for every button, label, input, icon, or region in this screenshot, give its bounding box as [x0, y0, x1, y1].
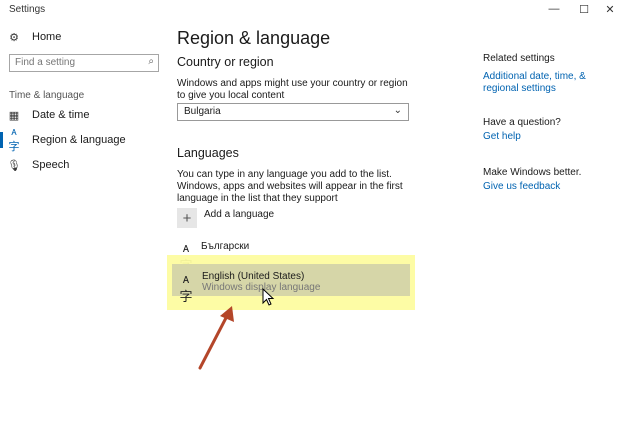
- get-help-link[interactable]: Get help: [483, 131, 521, 143]
- sidebar-item-label: Date & time: [32, 109, 90, 121]
- sidebar-item-label: Home: [32, 31, 62, 43]
- sidebar-item-home[interactable]: ⚙ Home: [0, 26, 168, 48]
- language-name: Български: [201, 241, 250, 252]
- calendar-clock-icon: ▦: [8, 109, 20, 122]
- sidebar-item-date-time[interactable]: ▦ Date & time: [0, 104, 168, 126]
- country-select[interactable]: Bulgaria ⌄: [177, 103, 409, 121]
- chevron-down-icon: ⌄: [393, 105, 402, 116]
- language-item-english[interactable]: ᴀ字 English (United States) Windows displ…: [172, 264, 410, 304]
- country-description: Windows and apps might use your country …: [177, 78, 408, 101]
- languages-description: You can type in any language you add to …: [177, 169, 403, 204]
- minimize-button[interactable]: —: [540, 0, 568, 18]
- active-indicator: [0, 132, 3, 148]
- search-placeholder: Find a setting: [15, 57, 76, 68]
- search-input[interactable]: Find a setting ⌕: [9, 54, 159, 72]
- sidebar-item-label: Region & language: [32, 134, 126, 146]
- sidebar-item-region-language[interactable]: ᴀ字 Region & language: [0, 126, 168, 153]
- search-icon: ⌕: [148, 56, 154, 67]
- languages-header: Languages: [177, 146, 239, 160]
- app-title: Settings: [9, 4, 46, 15]
- gear-icon: ⚙: [9, 31, 19, 44]
- country-select-value: Bulgaria: [184, 106, 221, 117]
- feedback-link[interactable]: Give us feedback: [483, 181, 560, 193]
- sidebar-item-speech[interactable]: 🎙 Speech: [0, 154, 168, 176]
- close-button[interactable]: ✕: [596, 0, 620, 18]
- plus-icon: +: [182, 209, 192, 227]
- feedback-header: Make Windows better.: [483, 167, 582, 178]
- mouse-cursor-icon: [262, 288, 275, 306]
- maximize-button[interactable]: ☐: [570, 0, 598, 18]
- sidebar-item-label: Speech: [32, 159, 70, 171]
- sidebar-section-header: Time & language: [9, 90, 85, 101]
- add-language-button[interactable]: +: [177, 208, 197, 228]
- question-header: Have a question?: [483, 117, 561, 128]
- regional-settings-link[interactable]: Additional date, time, & regional settin…: [483, 71, 608, 95]
- annotation-arrow: [198, 306, 234, 370]
- region-language-icon: ᴀ字: [8, 126, 20, 153]
- add-language-label[interactable]: Add a language: [204, 209, 274, 221]
- country-header: Country or region: [177, 55, 274, 69]
- page-title: Region & language: [177, 28, 331, 48]
- title-bar: Settings — ☐ ✕: [0, 0, 620, 20]
- related-settings-header: Related settings: [483, 53, 555, 64]
- microphone-icon: 🎙: [7, 159, 21, 172]
